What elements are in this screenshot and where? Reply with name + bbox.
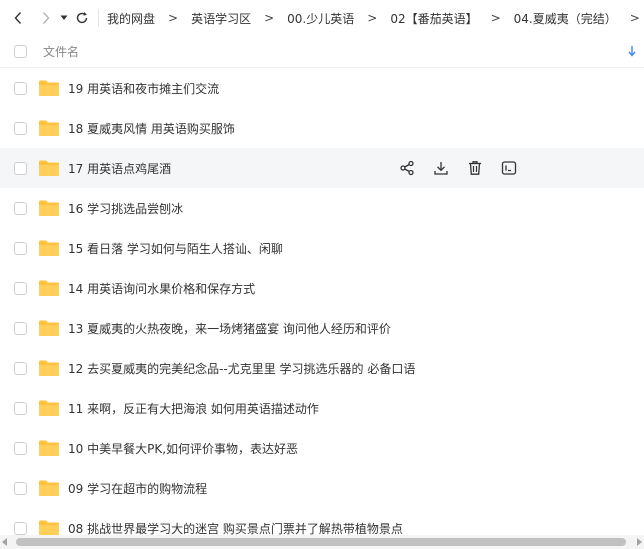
breadcrumb-separator: > (629, 11, 640, 25)
delete-button[interactable] (466, 159, 484, 177)
file-list: 19 用英语和夜市摊主们交流 18 夏威夷风情 用英语购买服饰 17 用英语点鸡尾酒… (0, 68, 644, 548)
terminal-more-icon (501, 161, 517, 175)
file-name[interactable]: 10 中美早餐大PK,如何评价事物，表达好恶 (68, 440, 298, 457)
download-icon (434, 162, 448, 175)
row-checkbox[interactable] (14, 241, 27, 255)
breadcrumb-separator: > (168, 11, 179, 25)
row-checkbox[interactable] (14, 481, 27, 495)
file-name[interactable]: 16 学习挑选品尝刨冰 (68, 200, 183, 217)
scroll-left-arrow-icon[interactable] (2, 538, 7, 546)
download-button[interactable] (432, 159, 450, 177)
scrollbar-thumb[interactable] (16, 538, 626, 546)
breadcrumb-separator: > (490, 11, 501, 25)
file-row[interactable]: 14 用英语询问水果价格和保存方式 (0, 268, 644, 308)
row-actions (398, 159, 534, 177)
file-list-header: 文件名 (0, 36, 644, 68)
folder-icon (39, 320, 59, 336)
folder-icon (39, 240, 59, 256)
refresh-icon (76, 12, 88, 24)
breadcrumb-separator: > (264, 11, 275, 25)
folder-icon (39, 80, 59, 96)
column-header-filename[interactable]: 文件名 (43, 43, 79, 60)
row-checkbox[interactable] (14, 201, 27, 215)
breadcrumb-item-english-zone[interactable]: 英语学习区 (191, 10, 251, 27)
breadcrumb-item-root[interactable]: 我的网盘 (107, 10, 155, 27)
row-checkbox[interactable] (14, 121, 27, 135)
select-all-checkbox[interactable] (14, 45, 27, 58)
chevron-right-icon (42, 12, 50, 24)
history-dropdown-button[interactable] (56, 6, 72, 30)
file-row[interactable]: 18 夏威夷风情 用英语购买服饰 (0, 108, 644, 148)
breadcrumb-item-kids-english[interactable]: 00.少儿英语 (287, 10, 354, 27)
file-row[interactable]: 16 学习挑选品尝刨冰 (0, 188, 644, 228)
folder-icon (39, 200, 59, 216)
chevron-left-icon (14, 12, 22, 24)
scroll-right-arrow-icon[interactable] (637, 538, 642, 546)
file-name[interactable]: 13 夏威夷的火热夜晚，来一场烤猪盛宴 询问他人经历和评价 (68, 320, 391, 337)
folder-icon (39, 400, 59, 416)
caret-down-icon (60, 15, 68, 20)
breadcrumb-item-tomato-english[interactable]: 02【番茄英语】 (390, 10, 477, 27)
file-row[interactable]: 09 学习在超市的购物流程 (0, 468, 644, 508)
share-button[interactable] (398, 159, 416, 177)
breadcrumb-separator: > (367, 11, 378, 25)
row-checkbox[interactable] (14, 161, 27, 175)
more-button[interactable] (500, 159, 518, 177)
file-row[interactable]: 11 来啊，反正有大把海浪 如何用英语描述动作 (0, 388, 644, 428)
row-checkbox[interactable] (14, 81, 27, 95)
row-checkbox[interactable] (14, 441, 27, 455)
sort-arrow-down-icon[interactable] (628, 45, 636, 57)
folder-icon (39, 440, 59, 456)
file-name[interactable]: 18 夏威夷风情 用英语购买服饰 (68, 120, 235, 137)
share-icon (400, 160, 414, 176)
folder-icon (39, 280, 59, 296)
file-name[interactable]: 15 看日落 学习如何与陌生人搭讪、闲聊 (68, 240, 283, 257)
horizontal-scrollbar[interactable] (0, 535, 644, 549)
file-name[interactable]: 12 去买夏威夷的完美纪念品--尤克里里 学习挑选乐器的 必备口语 (68, 360, 415, 377)
refresh-button[interactable] (72, 6, 92, 30)
file-row[interactable]: 17 用英语点鸡尾酒 (0, 148, 644, 188)
folder-icon (39, 480, 59, 496)
file-row[interactable]: 12 去买夏威夷的完美纪念品--尤克里里 学习挑选乐器的 必备口语 (0, 348, 644, 388)
file-row[interactable]: 13 夏威夷的火热夜晚，来一场烤猪盛宴 询问他人经历和评价 (0, 308, 644, 348)
forward-button[interactable] (36, 6, 56, 30)
file-name[interactable]: 11 来啊，反正有大把海浪 如何用英语描述动作 (68, 400, 319, 417)
row-checkbox[interactable] (14, 401, 27, 415)
row-checkbox[interactable] (14, 521, 27, 535)
folder-icon (39, 360, 59, 376)
file-name[interactable]: 19 用英语和夜市摊主们交流 (68, 80, 219, 97)
row-checkbox[interactable] (14, 321, 27, 335)
breadcrumb-item-hawaii[interactable]: 04.夏威夷（完结） (514, 10, 617, 27)
row-checkbox[interactable] (14, 361, 27, 375)
file-row[interactable]: 19 用英语和夜市摊主们交流 (0, 68, 644, 108)
row-checkbox[interactable] (14, 281, 27, 295)
file-name[interactable]: 08 挑战世界最学习大的迷宫 购买景点门票并了解热带植物景点 (68, 520, 403, 537)
folder-icon (39, 160, 59, 176)
file-row[interactable]: 10 中美早餐大PK,如何评价事物，表达好恶 (0, 428, 644, 468)
trash-icon (469, 161, 481, 175)
toolbar: 我的网盘 > 英语学习区 > 00.少儿英语 > 02【番茄英语】 > 04.夏… (0, 0, 644, 36)
toolbar-divider (98, 9, 99, 27)
back-button[interactable] (8, 6, 28, 30)
file-name[interactable]: 17 用英语点鸡尾酒 (68, 160, 171, 177)
file-row[interactable]: 15 看日落 学习如何与陌生人搭讪、闲聊 (0, 228, 644, 268)
folder-icon (39, 120, 59, 136)
file-name[interactable]: 09 学习在超市的购物流程 (68, 480, 207, 497)
file-name[interactable]: 14 用英语询问水果价格和保存方式 (68, 280, 255, 297)
